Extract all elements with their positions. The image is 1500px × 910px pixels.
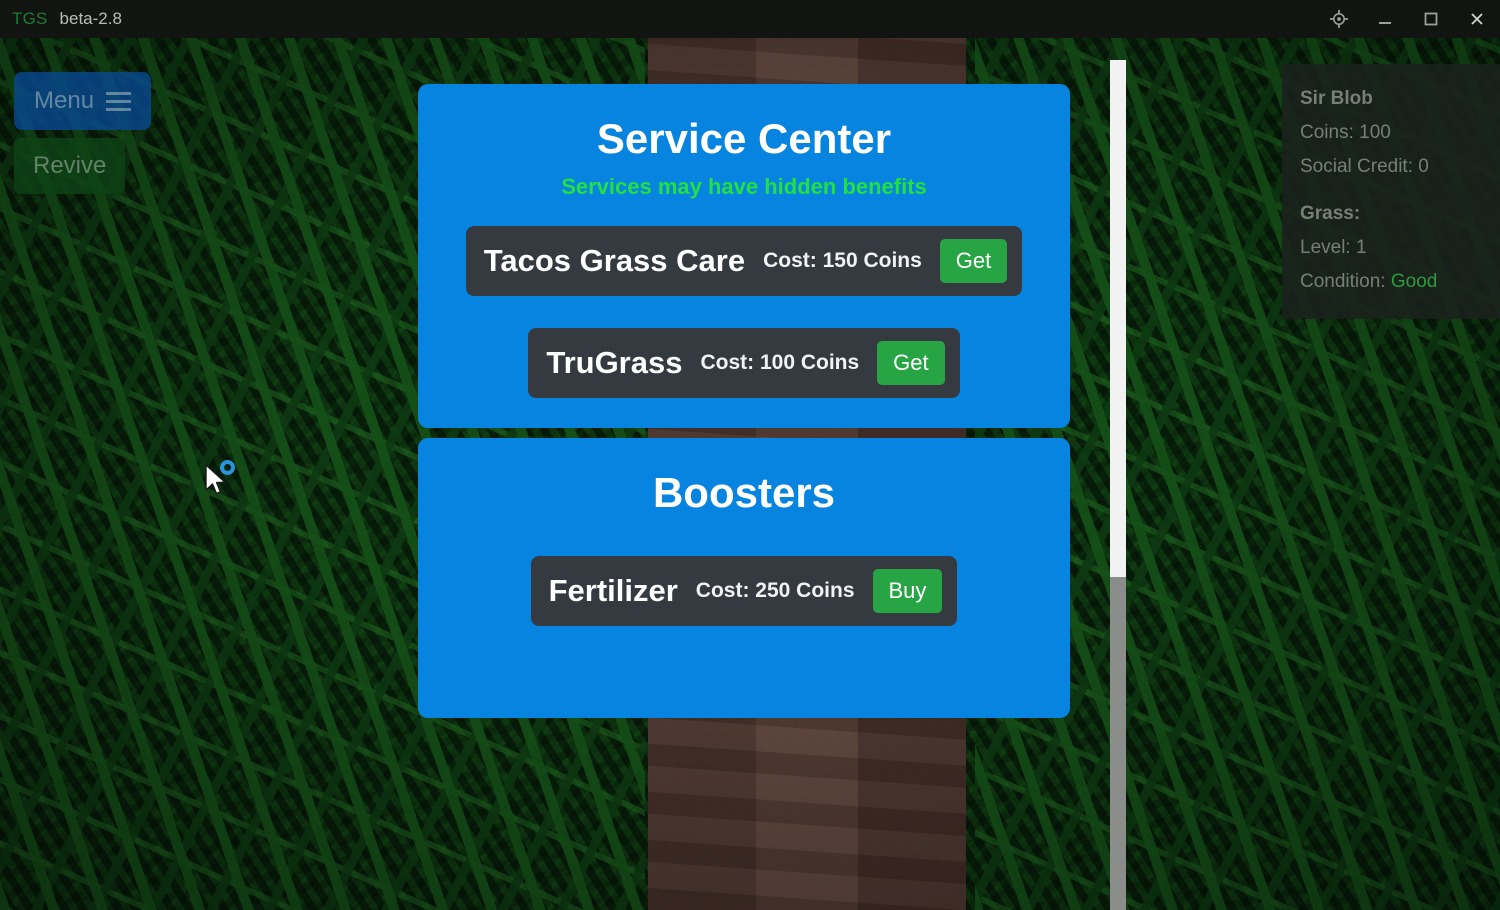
grass-condition-label: Condition: [1300,271,1386,293]
scrollbar-thumb[interactable] [1110,60,1126,577]
window-controls [1316,0,1500,38]
service-center-subtitle: Services may have hidden benefits [561,174,927,200]
menu-button[interactable]: Menu [14,72,152,130]
player-stats-panel: Sir Blob Coins: 100 Social Credit: 0 Gra… [1282,64,1500,319]
grass-condition: Condition: Good [1300,265,1482,299]
service-center-items: Tacos Grass Care Cost: 150 Coins Get Tru… [418,226,1070,399]
stats-spacer [1300,183,1482,197]
grass-stats-header: Grass: [1300,203,1361,225]
player-social-credit: Social Credit: 0 [1300,155,1429,177]
booster-item-buy-button[interactable]: Buy [872,568,943,613]
hamburger-icon [106,91,132,111]
service-item-cost: Cost: 100 Coins [700,351,860,375]
grass-level: Level: 1 [1300,237,1367,259]
revive-button[interactable]: Revive [14,138,126,194]
menu-button-label: Menu [34,87,95,114]
close-button[interactable] [1454,0,1500,38]
player-coins: Coins: 100 [1300,121,1391,143]
vertical-scrollbar[interactable] [1110,60,1126,910]
settings-icon[interactable] [1316,0,1362,38]
window-titlebar: TGS beta-2.8 [0,0,1500,38]
service-item-get-button[interactable]: Get [939,239,1008,284]
boosters-title: Boosters [652,469,836,517]
minimize-button[interactable] [1362,0,1408,38]
service-center-title: Service Center [596,115,892,162]
booster-item-cost: Cost: 250 Coins [695,578,855,602]
left-control-group: Menu Revive [14,72,152,194]
app-version-text: beta-2.8 [59,9,122,28]
service-item-cost: Cost: 150 Coins [763,249,922,273]
boosters-items: Fertilizer Cost: 250 Coins Buy [418,555,1070,626]
service-item-name: Tacos Grass Care [483,243,746,279]
service-item-row: TruGrass Cost: 100 Coins Get [528,328,960,399]
service-item-row: Tacos Grass Care Cost: 150 Coins Get [465,226,1023,297]
service-item-get-button[interactable]: Get [877,341,945,386]
app-logo-text: TGS [12,9,48,28]
booster-item-name: Fertilizer [548,572,678,608]
booster-item-row: Fertilizer Cost: 250 Coins Buy [530,555,958,626]
panel-column: Service Center Services may have hidden … [418,84,1070,718]
game-stage: Menu Revive Service Center Services may … [0,38,1500,910]
maximize-button[interactable] [1408,0,1454,38]
player-name: Sir Blob [1300,88,1373,109]
service-item-name: TruGrass [546,345,683,381]
grass-condition-value: Good [1390,271,1438,293]
service-center-panel: Service Center Services may have hidden … [418,84,1070,429]
boosters-panel: Boosters Fertilizer Cost: 250 Coins Buy [418,438,1070,718]
